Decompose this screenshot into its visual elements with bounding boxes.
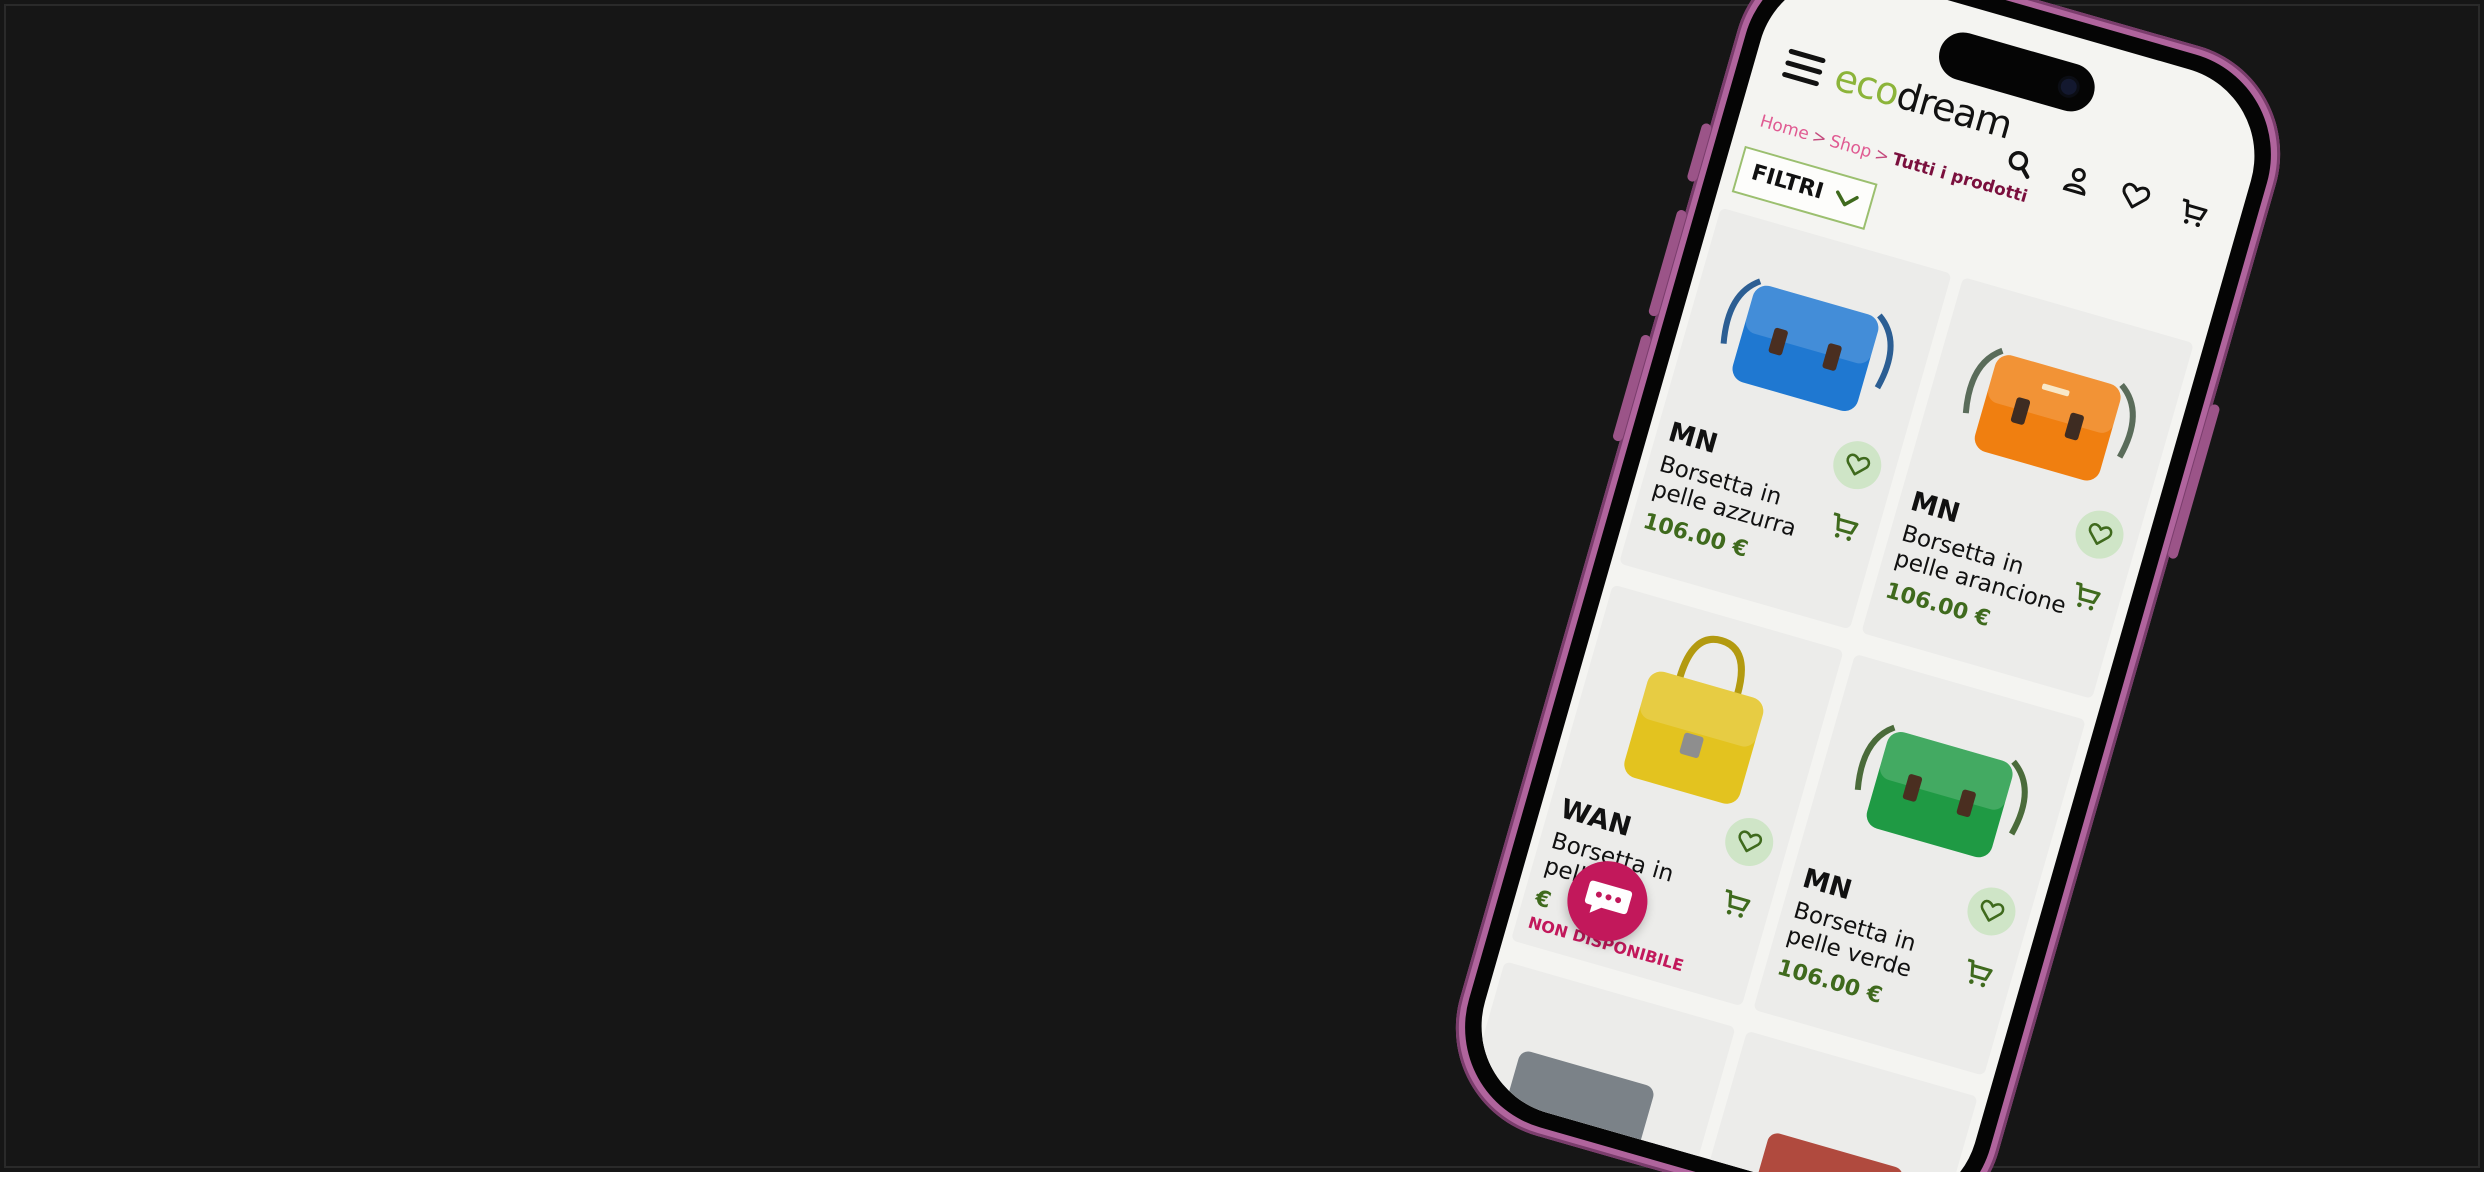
breadcrumb-separator: > <box>1872 144 1892 168</box>
chat-icon <box>1584 880 1633 915</box>
logo-eco: eco <box>1829 54 1904 116</box>
breadcrumb-separator: > <box>1809 126 1829 150</box>
heart-icon[interactable] <box>2114 175 2156 217</box>
filter-label: FILTRI <box>1748 160 1827 205</box>
phone-bezel: ecodream Home>Shop>Tutti i prodotti FILT… <box>1440 0 2296 1172</box>
product-price: € <box>1532 885 1554 914</box>
hamburger-menu-icon[interactable] <box>1781 48 1827 87</box>
product-grid: MN Borsetta in pelle azzurra 106.00 € MN… <box>1460 205 2203 1172</box>
search-icon[interactable] <box>1999 142 2041 184</box>
camera-lens <box>2058 76 2079 97</box>
phone-mockup: ecodream Home>Shop>Tutti i prodotti FILT… <box>1429 0 2307 1172</box>
header-icon-group <box>1999 142 2214 234</box>
phone-screen: ecodream Home>Shop>Tutti i prodotti FILT… <box>1460 0 2276 1172</box>
dark-stage-background: ecodream Home>Shop>Tutti i prodotti FILT… <box>0 0 2484 1172</box>
user-icon[interactable] <box>2056 159 2098 201</box>
chevron-down-icon <box>1831 189 1860 215</box>
cart-icon[interactable] <box>2172 192 2214 234</box>
